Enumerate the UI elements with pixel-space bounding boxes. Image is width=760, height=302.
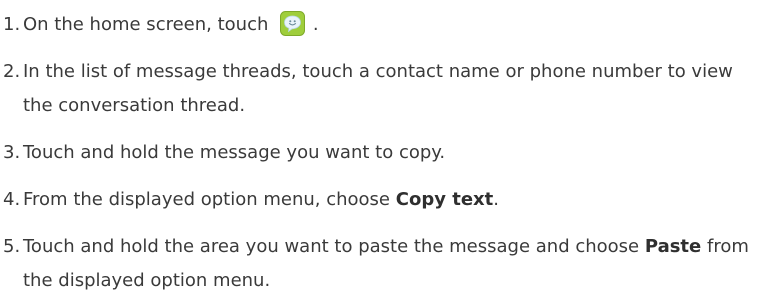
step-5: 5. Touch and hold the area you want to p… — [3, 230, 755, 298]
step-text-end: . — [312, 14, 319, 35]
step-number: 1. — [3, 14, 21, 35]
instruction-steps: 1. On the home screen, touch . 2. In the… — [3, 8, 755, 298]
step-number: 3. — [3, 142, 21, 163]
step-number: 2. — [3, 61, 21, 82]
step-text-end: . — [493, 189, 499, 210]
step-text: On the home screen, touch — [23, 14, 269, 35]
step-3: 3. Touch and hold the message you want t… — [3, 136, 755, 170]
step-4: 4. From the displayed option menu, choos… — [3, 183, 755, 217]
copy-text-option-label: Copy text — [395, 189, 494, 210]
step-text: Touch and hold the area you want to past… — [23, 236, 640, 257]
step-text: Touch and hold the message you want to c… — [23, 142, 446, 163]
messaging-smiley-icon — [280, 11, 306, 36]
step-number: 5. — [3, 236, 21, 257]
step-number: 4. — [3, 189, 21, 210]
paste-option-label: Paste — [644, 236, 702, 257]
step-2: 2. In the list of message threads, touch… — [3, 55, 755, 123]
step-text: From the displayed option menu, choose — [23, 189, 391, 210]
step-text: In the list of message threads, touch a … — [23, 61, 733, 116]
step-1: 1. On the home screen, touch . — [3, 8, 755, 42]
